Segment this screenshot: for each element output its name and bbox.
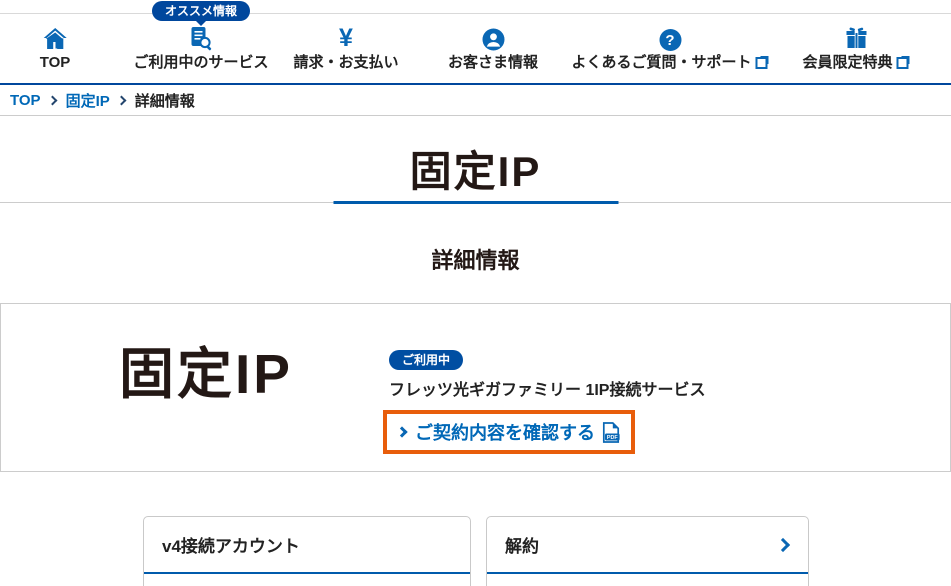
gift-icon bbox=[843, 24, 869, 51]
breadcrumb: TOP 固定IP 詳細情報 bbox=[0, 85, 951, 116]
nav-label-benefits: 会員限定特典 bbox=[802, 55, 892, 70]
title-accent-underline bbox=[333, 201, 618, 204]
page-title: 固定IP bbox=[0, 138, 951, 199]
top-navigation: TOP ご利用中のサービス ¥ bbox=[0, 0, 951, 85]
external-link-icon bbox=[897, 56, 910, 69]
section-box-cancel: 解約 bbox=[486, 516, 809, 586]
nav-label-billing: 請求・お支払い bbox=[293, 55, 398, 70]
service-plan-name: フレッツ光ギガファミリー 1IP接続サービス bbox=[389, 376, 705, 400]
nav-item-faq[interactable]: ? よくあるご質問・サポート bbox=[571, 24, 768, 70]
contract-link-highlighted[interactable]: ご契約内容を確認する PDF bbox=[383, 410, 635, 454]
customer-icon bbox=[481, 24, 504, 51]
service-name: 固定IP bbox=[119, 346, 293, 404]
nav-label-customer: お客さま情報 bbox=[448, 55, 538, 70]
nav-item-customer[interactable]: お客さま情報 bbox=[448, 24, 538, 70]
page: TOP ご利用中のサービス ¥ bbox=[0, 0, 951, 586]
contract-link-label: ご契約内容を確認する bbox=[415, 419, 595, 445]
recommend-badge: オススメ情報 bbox=[152, 1, 250, 21]
breadcrumb-link-koteiip[interactable]: 固定IP bbox=[66, 90, 110, 111]
services-icon bbox=[188, 24, 213, 51]
chevron-right-icon bbox=[47, 95, 57, 105]
chevron-right-icon bbox=[776, 537, 790, 551]
page-subtitle: 詳細情報 bbox=[0, 243, 951, 275]
nav-item-benefits[interactable]: 会員限定特典 bbox=[802, 24, 909, 70]
external-link-icon bbox=[756, 56, 769, 69]
chevron-right-icon bbox=[116, 95, 126, 105]
nav-item-services[interactable]: ご利用中のサービス bbox=[133, 24, 268, 70]
yen-icon: ¥ bbox=[339, 24, 353, 51]
nav-label-top: TOP bbox=[40, 55, 71, 70]
question-icon: ? bbox=[659, 24, 681, 51]
section-title: v4接続アカウント bbox=[162, 532, 300, 557]
home-icon bbox=[41, 24, 68, 51]
section-box-v4-account: v4接続アカウント bbox=[143, 516, 471, 586]
svg-text:PDF: PDF bbox=[607, 435, 618, 441]
section-title: 解約 bbox=[505, 532, 539, 557]
nav-label-services: ご利用中のサービス bbox=[133, 55, 268, 70]
section-header-cancel[interactable]: 解約 bbox=[487, 517, 808, 574]
service-details: ご利用中 フレッツ光ギガファミリー 1IP接続サービス ご契約内容を確認する P… bbox=[389, 350, 705, 454]
status-badge: ご利用中 bbox=[389, 350, 463, 370]
service-card: 固定IP ご利用中 フレッツ光ギガファミリー 1IP接続サービス ご契約内容を確… bbox=[0, 303, 951, 472]
section-header-v4-account[interactable]: v4接続アカウント bbox=[144, 517, 470, 574]
breadcrumb-link-top[interactable]: TOP bbox=[10, 92, 41, 109]
nav-item-top[interactable]: TOP bbox=[40, 24, 71, 70]
nav-item-billing[interactable]: ¥ 請求・お支払い bbox=[293, 24, 398, 70]
pdf-icon: PDF bbox=[602, 422, 620, 443]
top-divider bbox=[0, 13, 951, 14]
nav-label-faq: よくあるご質問・サポート bbox=[571, 55, 751, 70]
breadcrumb-current: 詳細情報 bbox=[135, 90, 195, 111]
chevron-right-icon bbox=[396, 427, 407, 438]
